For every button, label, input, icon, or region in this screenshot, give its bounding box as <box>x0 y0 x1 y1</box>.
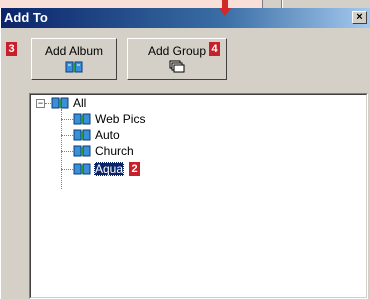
tree-node-church[interactable]: Church <box>73 143 135 159</box>
group-stack-icon <box>169 60 185 73</box>
tree-node-all[interactable]: All <box>51 95 87 111</box>
title-bar[interactable]: Add To × <box>1 8 370 28</box>
tree-connector-vertical <box>61 109 62 189</box>
background-window-edge <box>262 0 370 8</box>
callout-arrow <box>222 0 228 8</box>
collapse-toggle[interactable]: − <box>36 99 45 108</box>
dialog-title: Add To <box>4 10 48 25</box>
tree-node-web-pics[interactable]: Web Pics <box>73 111 146 127</box>
album-book-icon <box>51 97 69 109</box>
tree-connector-branch <box>61 169 73 170</box>
tree-node-label: Auto <box>95 128 120 142</box>
add-to-dialog: Add To × 3 Add Album Add Group 4 − All W… <box>0 8 370 299</box>
tree-node-label: Web Pics <box>95 112 146 126</box>
album-tree[interactable]: − All Web Pics Auto Church Aqua 2 <box>29 93 368 299</box>
album-book-icon <box>73 145 91 157</box>
album-book-icon <box>73 129 91 141</box>
tree-node-label: All <box>73 96 87 110</box>
callout-badge-4: 4 <box>209 42 220 56</box>
tree-node-aqua[interactable]: Aqua 2 <box>73 161 141 177</box>
tree-connector-branch <box>61 135 73 136</box>
album-book-icon <box>73 163 91 175</box>
add-album-label: Add Album <box>44 44 104 58</box>
add-album-button[interactable]: Add Album <box>31 38 117 80</box>
callout-arrow-head <box>219 8 231 16</box>
callout-badge-3: 3 <box>6 42 17 56</box>
background-divider-highlight <box>282 0 283 8</box>
tree-node-label: Church <box>95 144 134 158</box>
album-book-icon <box>65 61 83 73</box>
album-tree-frame: − All Web Pics Auto Church Aqua 2 <box>30 94 367 298</box>
album-book-icon <box>73 113 91 125</box>
tree-connector-branch <box>61 119 73 120</box>
tree-node-auto[interactable]: Auto <box>73 127 121 143</box>
tree-connector-branch <box>61 151 73 152</box>
close-button[interactable]: × <box>352 11 367 24</box>
callout-badge-2: 2 <box>129 162 141 176</box>
tree-node-label: Aqua <box>94 162 125 176</box>
